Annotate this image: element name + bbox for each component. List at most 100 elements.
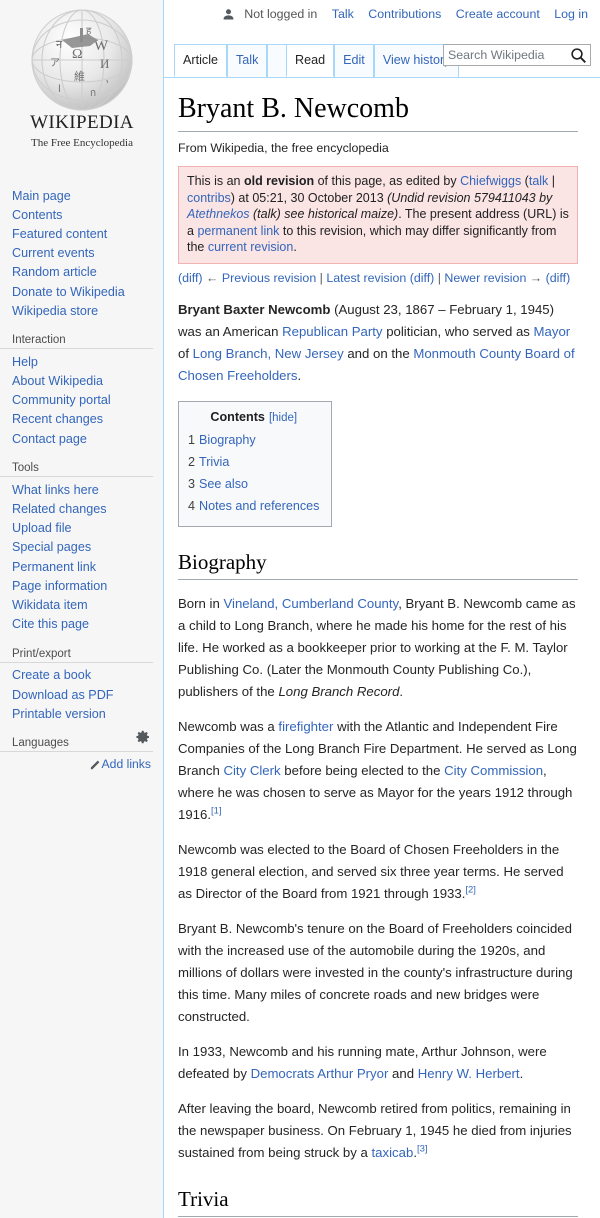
- link-city-commission[interactable]: City Commission: [444, 763, 543, 778]
- sidebar-item-community-portal[interactable]: Community portal: [0, 391, 163, 410]
- link-democrats[interactable]: Democrats: [251, 1066, 315, 1081]
- sidebar-item-recent-changes[interactable]: Recent changes: [0, 410, 163, 429]
- toc-link-biography[interactable]: Biography: [199, 433, 256, 447]
- tab-talk[interactable]: Talk: [227, 44, 268, 77]
- sidebar-item-what-links-here[interactable]: What links here: [0, 480, 163, 499]
- personal-link-talk[interactable]: Talk: [332, 7, 354, 21]
- link-republican-party[interactable]: Republican Party: [282, 324, 382, 339]
- sidebar-item-printable-version[interactable]: Printable version: [0, 704, 163, 723]
- wikipedia-wordmark: WIKIPEDIA: [30, 112, 134, 133]
- toc-item-trivia[interactable]: 2 Trivia: [188, 451, 319, 473]
- notice-t3: (: [521, 174, 529, 188]
- add-links-button[interactable]: Add links: [90, 757, 151, 771]
- toc-link-see-also[interactable]: See also: [199, 477, 248, 491]
- sidebar-item-donate[interactable]: Donate to Wikipedia: [0, 282, 163, 301]
- sidebar-item-related-changes[interactable]: Related changes: [0, 499, 163, 518]
- notice-atethnekos-link[interactable]: Atethnekos: [187, 207, 250, 221]
- revnav-latest-revision[interactable]: Latest revision: [326, 271, 406, 285]
- wikipedia-tagline: The Free Encyclopedia: [30, 137, 133, 149]
- toc-number: 3: [188, 476, 196, 491]
- revnav-sep-1: |: [319, 270, 323, 285]
- sidebar-item-cite-this-page[interactable]: Cite this page: [0, 615, 163, 634]
- notice-t5: ) at 05:21, 30 October 2013: [230, 190, 388, 205]
- gear-icon[interactable]: [135, 729, 151, 745]
- toc-item-notes-and-references[interactable]: 4 Notes and references: [188, 495, 319, 517]
- section-heading-trivia: Trivia: [178, 1186, 578, 1217]
- toc-toggle-hide[interactable]: [hide]: [269, 412, 297, 424]
- toc-number: 4: [188, 498, 196, 513]
- link-firefighter[interactable]: firefighter: [278, 719, 333, 734]
- namespace-tabs: Article Talk: [174, 44, 294, 77]
- sidebar-item-special-pages[interactable]: Special pages: [0, 538, 163, 557]
- search-box[interactable]: [443, 44, 591, 66]
- wikipedia-globe-icon[interactable]: W Ω И न 維 י ア ह ก ا: [28, 6, 136, 114]
- sidebar-heading-interaction: Interaction: [0, 334, 153, 350]
- revnav-arrow-next: →: [529, 270, 543, 285]
- toc-title-label: Contents: [210, 409, 265, 424]
- sidebar-item-download-as-pdf[interactable]: Download as PDF: [0, 685, 163, 704]
- tab-read[interactable]: Read: [286, 44, 335, 77]
- link-long-branch-nj[interactable]: Long Branch, New Jersey: [193, 346, 344, 361]
- revision-navigation: (diff) ← Previous revision | Latest revi…: [178, 270, 578, 286]
- reference-2[interactable]: [2]: [465, 884, 476, 895]
- sidebar-heading-tools: Tools: [0, 462, 153, 478]
- notice-permanent-link[interactable]: permanent link: [197, 224, 279, 238]
- revnav-previous-revision[interactable]: Previous revision: [222, 271, 316, 285]
- revnav-newer-revision[interactable]: Newer revision: [444, 271, 526, 285]
- sidebar-item-contents[interactable]: Contents: [0, 205, 163, 224]
- old-revision-notice: This is an old revision of this page, as…: [178, 166, 578, 264]
- sidebar-item-upload-file[interactable]: Upload file: [0, 519, 163, 538]
- search-icon[interactable]: [570, 47, 587, 64]
- sidebar-item-page-information[interactable]: Page information: [0, 576, 163, 595]
- sidebar-heading-languages: Languages: [0, 737, 153, 753]
- bio3-t1: Newcomb was elected to the Board of Chos…: [178, 841, 564, 901]
- notice-editor-link[interactable]: Chiefwiggs: [460, 174, 521, 188]
- wikipedia-page: W Ω И न 維 י ア ह ก ا WIKIPEDIA The Free E…: [0, 0, 600, 1218]
- wikipedia-logo[interactable]: W Ω И न 維 י ア ह ก ا WIKIPEDIA The Free E…: [0, 0, 164, 160]
- tab-edit[interactable]: Edit: [334, 44, 374, 77]
- reference-1[interactable]: [1]: [211, 805, 222, 816]
- toc-link-notes-and-references[interactable]: Notes and references: [199, 499, 319, 513]
- notice-talk-link[interactable]: talk: [529, 174, 548, 188]
- toc-item-biography[interactable]: 1 Biography: [188, 429, 319, 451]
- link-city-clerk[interactable]: City Clerk: [223, 763, 280, 778]
- revnav-diff-latest[interactable]: (diff): [410, 271, 435, 285]
- personal-link-create-account[interactable]: Create account: [456, 7, 540, 21]
- sidebar-item-wikidata-item[interactable]: Wikidata item: [0, 595, 163, 614]
- personal-link-log-in[interactable]: Log in: [554, 7, 588, 21]
- revnav-diff-next[interactable]: (diff): [546, 271, 571, 285]
- revnav-arrow-prev: ←: [206, 270, 219, 285]
- link-mayor[interactable]: Mayor: [534, 324, 571, 339]
- revnav-diff-prev[interactable]: (diff): [178, 271, 203, 285]
- bio2-t1: Newcomb was a: [178, 718, 279, 734]
- sidebar-item-current-events[interactable]: Current events: [0, 244, 163, 263]
- sidebar-portal-languages: Languages Add links: [0, 731, 163, 771]
- toc-title: Contents [hide]: [188, 410, 319, 424]
- personal-link-contributions[interactable]: Contributions: [368, 7, 441, 21]
- sidebar-item-featured-content[interactable]: Featured content: [0, 224, 163, 243]
- sidebar-item-help[interactable]: Help: [0, 352, 163, 371]
- search-input[interactable]: [444, 45, 566, 65]
- sidebar-portal-print-export: Print/export Create a book Download as P…: [0, 648, 163, 724]
- link-arthur-pryor[interactable]: Arthur Pryor: [317, 1066, 388, 1081]
- link-taxicab[interactable]: taxicab: [372, 1145, 414, 1160]
- notice-current-revision-link[interactable]: current revision: [208, 240, 293, 254]
- sidebar-item-wikipedia-store[interactable]: Wikipedia store: [0, 301, 163, 320]
- sidebar-item-create-a-book[interactable]: Create a book: [0, 666, 163, 685]
- toc-link-trivia[interactable]: Trivia: [199, 455, 229, 469]
- notice-contribs-link[interactable]: contribs: [187, 191, 231, 205]
- tab-article[interactable]: Article: [174, 44, 227, 77]
- reference-3[interactable]: [3]: [417, 1143, 428, 1154]
- sidebar-item-about-wikipedia[interactable]: About Wikipedia: [0, 372, 163, 391]
- sidebar-heading-print-export: Print/export: [0, 648, 153, 663]
- sidebar-portal-tools: Tools What links here Related changes Up…: [0, 462, 163, 634]
- sidebar-item-permanent-link[interactable]: Permanent link: [0, 557, 163, 576]
- sidebar-item-main-page[interactable]: Main page: [0, 186, 163, 205]
- link-vineland-cumberland-county[interactable]: Vineland, Cumberland County: [223, 596, 398, 611]
- article-content: Bryant B. Newcomb From Wikipedia, the fr…: [164, 84, 600, 1218]
- link-henry-w-herbert[interactable]: Henry W. Herbert: [418, 1066, 520, 1081]
- notice-t4: |: [548, 174, 556, 188]
- toc-item-see-also[interactable]: 3 See also: [188, 473, 319, 495]
- sidebar-item-random-article[interactable]: Random article: [0, 263, 163, 282]
- sidebar-item-contact-page[interactable]: Contact page: [0, 429, 163, 448]
